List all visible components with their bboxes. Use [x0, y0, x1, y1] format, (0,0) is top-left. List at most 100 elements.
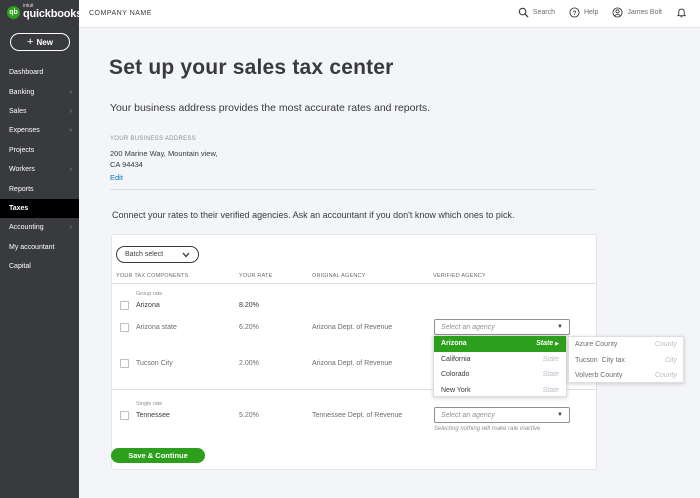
address-line-2: CA 94434	[110, 160, 143, 169]
sidebar-item-capital[interactable]: Capital	[0, 257, 79, 276]
group-checkbox[interactable]	[120, 301, 129, 310]
chevron-right-icon: ›	[69, 127, 72, 135]
option-type: State	[542, 386, 559, 394]
sidebar-item-taxes[interactable]: Taxes	[0, 198, 79, 219]
user-name: James Bolt	[627, 9, 662, 16]
sidebar-item-label: Capital	[9, 263, 31, 271]
header-tax-components: YOUR TAX COMPONENTS	[116, 273, 189, 279]
row-agency-tennessee: Tennessee Dept. of Revenue	[312, 412, 403, 419]
sidebar: qb intuit quickbooks + New Dashboard Ban…	[0, 0, 82, 498]
caret-down-icon: ▼	[557, 324, 563, 330]
header-divider	[112, 283, 596, 284]
option-type: County	[654, 341, 677, 349]
page-title: Set up your sales tax center	[109, 56, 394, 79]
select-placeholder: Select an agency	[441, 411, 495, 419]
submenu-option-tucson-city-tax[interactable]: Tucson City tax City	[569, 353, 683, 369]
header-original-agency: ORIGINAL AGENCY	[312, 273, 366, 279]
header-your-rate: YOUR RATE	[239, 273, 273, 279]
chevron-right-icon: ›	[69, 88, 72, 96]
sidebar-item-label: Dashboard	[9, 69, 44, 77]
single-rate-label: Single rate	[136, 401, 163, 407]
search-icon	[518, 7, 529, 18]
sidebar-item-label: Expenses	[9, 127, 40, 135]
sidebar-item-label: My accountant	[9, 243, 55, 251]
option-name: Volverb County	[575, 372, 623, 380]
search-label: Search	[532, 9, 555, 16]
sidebar-item-label: Workers	[9, 166, 35, 174]
sidebar-item-workers[interactable]: Workers ›	[0, 160, 79, 179]
sidebar-item-my-accountant[interactable]: My accountant	[0, 238, 79, 257]
quickbooks-logo[interactable]: qb intuit quickbooks	[7, 4, 82, 20]
notifications-button[interactable]	[676, 7, 691, 18]
company-name[interactable]: COMPANY NAME	[89, 10, 152, 17]
chevron-right-icon: ›	[69, 107, 72, 115]
batch-select-button[interactable]: Batch select	[116, 246, 199, 263]
sidebar-item-label: Banking	[9, 88, 35, 96]
option-name: New York	[441, 386, 471, 394]
user-menu[interactable]: James Bolt	[612, 7, 662, 18]
dropdown-option-california[interactable]: California State	[434, 352, 566, 368]
sidebar-item-banking[interactable]: Banking ›	[0, 82, 79, 101]
caret-right-icon: ▶	[555, 341, 559, 348]
option-name: Azure County	[575, 341, 618, 349]
help-icon: ?	[569, 7, 580, 18]
row-agency-tucson-city: Arizona Dept. of Revenue	[312, 360, 393, 367]
page-subtitle: Your business address provides the most …	[110, 102, 431, 114]
option-type: State	[542, 355, 559, 363]
help-label: Help	[583, 9, 599, 16]
option-type: County	[654, 372, 677, 380]
submenu-option-volverb-county[interactable]: Volverb County County	[569, 368, 683, 384]
header-verified-agency: VERIFIED AGENCY	[433, 273, 486, 279]
group-name: Arizona	[136, 302, 160, 309]
sidebar-item-dashboard[interactable]: Dashboard	[0, 63, 79, 82]
sidebar-item-reports[interactable]: Reports	[0, 179, 79, 198]
option-type: State	[542, 371, 559, 379]
group-rate-label: Group rate	[136, 291, 163, 297]
verified-agency-select-tennessee[interactable]: Select an agency ▼	[434, 407, 570, 423]
svg-text:?: ?	[573, 10, 577, 17]
section-divider	[110, 189, 596, 190]
agency-dropdown: Arizona State ▶ California State Colorad…	[433, 335, 567, 397]
search-button[interactable]: Search	[518, 7, 555, 18]
select-placeholder: Select an agency	[441, 323, 495, 331]
row-checkbox-tucson-city[interactable]	[120, 359, 129, 368]
dropdown-option-arizona[interactable]: Arizona State ▶	[434, 336, 566, 352]
batch-select-label: Batch select	[125, 251, 164, 258]
option-name: Arizona	[441, 340, 467, 348]
sidebar-item-expenses[interactable]: Expenses ›	[0, 121, 79, 140]
row-name-tennessee: Tennessee	[136, 412, 170, 419]
submenu-option-azure-county[interactable]: Azure County County	[569, 337, 683, 353]
plus-icon: +	[27, 36, 34, 48]
row-checkbox-tennessee[interactable]	[120, 411, 129, 420]
chevron-right-icon: ›	[69, 224, 72, 232]
quickbooks-logo-icon: qb	[7, 5, 20, 19]
sidebar-item-sales[interactable]: Sales ›	[0, 102, 79, 121]
connect-instructions: Connect your rates to their verified age…	[112, 210, 515, 220]
verified-agency-select-arizona-state[interactable]: Select an agency ▼	[434, 319, 570, 335]
save-continue-button[interactable]: Save & Continue	[111, 448, 205, 463]
sidebar-item-label: Reports	[9, 185, 34, 193]
row-checkbox-arizona-state[interactable]	[120, 323, 129, 332]
option-name: Colorado	[441, 371, 470, 379]
help-button[interactable]: ? Help	[569, 7, 598, 18]
select-hint: Selecting nothing will make rate inactiv…	[434, 426, 541, 432]
dropdown-option-colorado[interactable]: Colorado State	[434, 367, 566, 383]
bell-icon	[676, 8, 687, 18]
user-icon	[612, 7, 623, 18]
address-label: YOUR BUSINESS ADDRESS	[110, 136, 196, 142]
sidebar-item-label: Taxes	[9, 204, 29, 212]
sidebar-item-accounting[interactable]: Accounting ›	[0, 218, 79, 237]
sidebar-nav: Dashboard Banking › Sales › Expenses › Proj…	[0, 63, 79, 276]
row-name-arizona-state: Arizona state	[136, 324, 177, 331]
option-name: Tucson City tax	[575, 356, 625, 364]
address-line-1: 200 Marine Way, Mountain view,	[110, 149, 218, 158]
edit-address-link[interactable]: Edit	[110, 173, 123, 182]
caret-down-icon: ▼	[557, 412, 563, 418]
row-rate-arizona-state: 6.20%	[239, 324, 259, 331]
row-agency-arizona-state: Arizona Dept. of Revenue	[312, 324, 393, 331]
dropdown-option-new-york[interactable]: New York State	[434, 383, 566, 399]
sidebar-item-projects[interactable]: Projects	[0, 141, 79, 160]
sidebar-item-label: Accounting	[9, 224, 44, 232]
sidebar-item-label: Sales	[9, 107, 27, 115]
new-button[interactable]: + New	[10, 33, 70, 51]
